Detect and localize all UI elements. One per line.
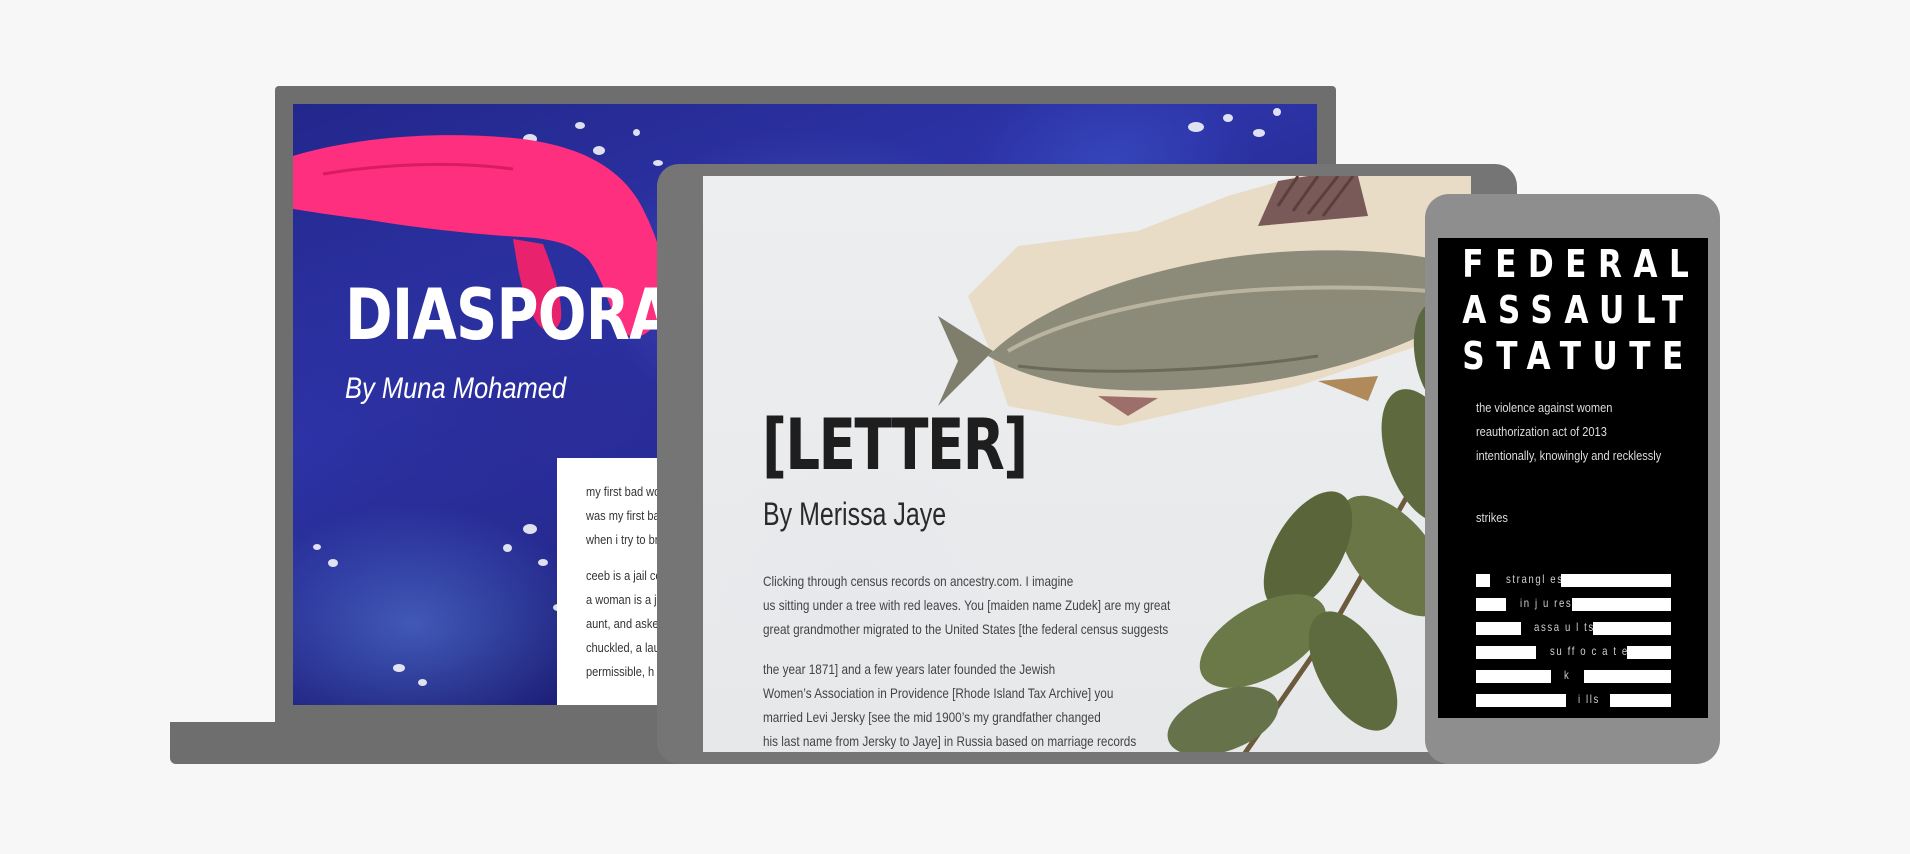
redaction-bar (1561, 574, 1671, 587)
paint-splash (1253, 129, 1265, 137)
phone-screen: FEDERAL ASSAULT STATUTE the violence aga… (1438, 238, 1708, 718)
redaction-bar (1593, 622, 1671, 635)
paint-splash (503, 544, 512, 552)
redaction-bar (1476, 694, 1566, 707)
redaction-bar (1610, 694, 1671, 707)
redaction-bar (1476, 622, 1521, 635)
title-line: ASSAULT (1462, 288, 1695, 332)
paint-splash (328, 559, 338, 567)
redaction-bar (1476, 670, 1551, 683)
article-body: Clicking through census records on ances… (763, 569, 1248, 752)
text-line: the year 1871] and a few years later fou… (763, 661, 1056, 677)
article-title: [LETTER] (762, 404, 1028, 486)
paint-splash (1223, 114, 1233, 122)
title-line: STATUTE (1462, 334, 1695, 378)
text-line: Women’s Association in Providence [Rhode… (763, 685, 1114, 701)
article-title: DIASPORA (345, 274, 674, 356)
redacted-word: k (1564, 668, 1571, 682)
redaction-bar (1572, 598, 1671, 611)
strikes-label: strikes (1476, 510, 1508, 525)
redacted-word: i lls (1578, 692, 1600, 706)
paint-splash (418, 679, 427, 686)
redaction-bar (1584, 670, 1671, 683)
redaction-bar (1627, 646, 1671, 659)
text-line: his last name from Jersky to Jaye] in Ru… (763, 733, 1137, 749)
paint-splash (1273, 108, 1281, 116)
tablet-screen: [LETTER] By Merissa Jaye Clicking throug… (703, 176, 1471, 752)
redaction-bar (1476, 574, 1490, 587)
paint-splash (1188, 122, 1204, 132)
paint-splash (393, 664, 405, 672)
article-byline: By Muna Mohamed (345, 372, 567, 405)
text-line: married Levi Jersky [see the mid 1900’s … (763, 709, 1101, 725)
intro-line: reauthorization act of 2013 (1476, 424, 1607, 439)
redacted-word: assa u l ts (1534, 620, 1595, 634)
paint-splash (523, 524, 537, 534)
redacted-word: in j u res (1520, 596, 1573, 610)
article-byline: By Merissa Jaye (763, 496, 947, 532)
redacted-word: strangl es (1506, 572, 1564, 586)
intro-line: intentionally, knowingly and recklessly (1476, 448, 1662, 463)
title-line: FEDERAL (1462, 242, 1701, 286)
intro-line: the violence against women (1476, 400, 1613, 415)
paint-splash (313, 544, 321, 550)
text-line: Clicking through census records on ances… (763, 573, 1074, 589)
redaction-bar (1476, 646, 1536, 659)
paint-splash (538, 559, 548, 566)
redaction-bar (1476, 598, 1506, 611)
text-line: us sitting under a tree with red leaves.… (763, 597, 1171, 613)
text-line: great grandmother migrated to the United… (763, 621, 1169, 637)
